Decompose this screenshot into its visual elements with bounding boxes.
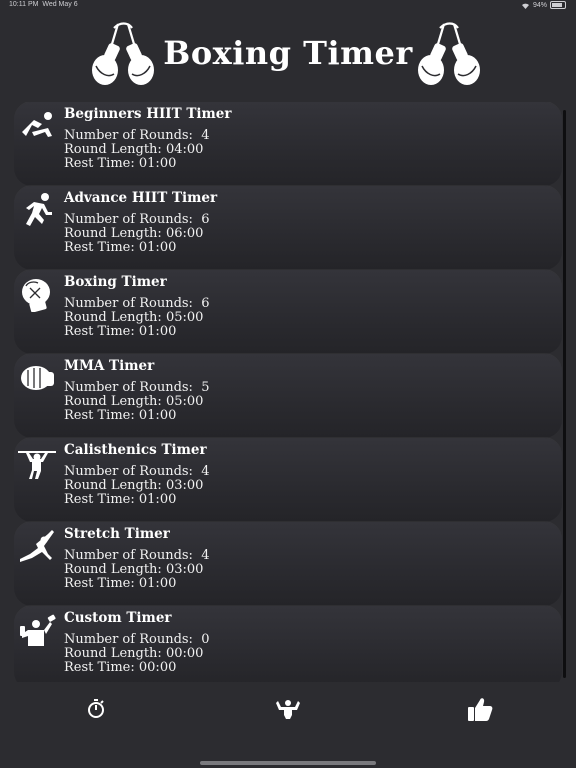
round-length-line: Round Length: 03:00	[64, 478, 204, 493]
stretch-icon	[20, 530, 54, 562]
round-length-line: Round Length: 00:00	[64, 646, 204, 661]
situp-icon	[22, 112, 52, 137]
timer-card-advance-hiit[interactable]: Advance HIIT Timer Number of Rounds: 6 R…	[14, 186, 562, 270]
timer-card-boxing[interactable]: Boxing Timer Number of Rounds: 6 Round L…	[14, 270, 562, 354]
mma-glove-icon	[21, 366, 54, 390]
wifi-icon	[521, 3, 529, 9]
timer-card-beginners-hiit[interactable]: Beginners HIIT Timer Number of Rounds: 4…	[14, 102, 562, 186]
rounds-line: Number of Rounds: 4	[64, 548, 210, 563]
boxing-glove-icon	[22, 279, 50, 312]
rounds-line: Number of Rounds: 6	[64, 296, 210, 311]
timer-name: Beginners HIIT Timer	[64, 106, 232, 122]
status-time: 10:11 PM Wed May 6	[9, 1, 78, 8]
rounds-line: Number of Rounds: 4	[64, 128, 210, 143]
rest-time-line: Rest Time: 01:00	[64, 240, 177, 255]
timer-name: Custom Timer	[64, 610, 172, 626]
timer-card-calisthenics[interactable]: Calisthenics Timer Number of Rounds: 4 R…	[14, 438, 562, 522]
rest-time-line: Rest Time: 01:00	[64, 408, 177, 423]
stopwatch-icon	[88, 699, 104, 718]
rest-time-line: Rest Time: 01:00	[64, 324, 177, 339]
round-length-line: Round Length: 03:00	[64, 562, 204, 577]
rounds-line: Number of Rounds: 6	[64, 212, 210, 227]
rounds-line: Number of Rounds: 0	[64, 632, 210, 647]
battery-icon	[550, 1, 566, 9]
tab-timers[interactable]	[84, 692, 108, 726]
timer-card-mma[interactable]: MMA Timer Number of Rounds: 5 Round Leng…	[14, 354, 562, 438]
tab-workouts[interactable]	[274, 692, 302, 726]
home-indicator	[200, 761, 376, 765]
round-length-line: Round Length: 04:00	[64, 142, 204, 157]
rest-time-line: Rest Time: 01:00	[64, 492, 177, 507]
dumbbell-icon	[20, 614, 56, 646]
timer-name: Stretch Timer	[64, 526, 170, 542]
thumbs-up-icon	[468, 698, 493, 721]
timer-name: Calisthenics Timer	[64, 442, 207, 458]
running-icon	[26, 193, 52, 226]
pullup-icon	[18, 451, 56, 479]
round-length-line: Round Length: 06:00	[64, 226, 204, 241]
timer-name: Boxing Timer	[64, 274, 167, 290]
hanging-gloves-icon	[418, 22, 480, 85]
timer-card-stretch[interactable]: Stretch Timer Number of Rounds: 4 Round …	[14, 522, 562, 606]
tab-rate[interactable]	[466, 692, 494, 726]
timer-name: Advance HIIT Timer	[64, 190, 218, 206]
round-length-line: Round Length: 05:00	[64, 310, 204, 325]
timer-list[interactable]: Beginners HIIT Timer Number of Rounds: 4…	[14, 102, 562, 682]
rest-time-line: Rest Time: 00:00	[64, 660, 177, 675]
battery-percent: 94%	[532, 1, 547, 9]
status-bar: 10:11 PM Wed May 6 94%	[0, 0, 576, 12]
header: Boxing Timer	[0, 16, 576, 96]
rest-time-line: Rest Time: 01:00	[64, 156, 177, 171]
timer-name: MMA Timer	[64, 358, 155, 374]
rounds-line: Number of Rounds: 4	[64, 464, 210, 479]
rounds-line: Number of Rounds: 5	[64, 380, 210, 395]
rest-time-line: Rest Time: 01:00	[64, 576, 177, 591]
round-length-line: Round Length: 05:00	[64, 394, 204, 409]
timer-card-custom[interactable]: Custom Timer Number of Rounds: 0 Round L…	[14, 606, 562, 682]
scrollbar[interactable]	[563, 110, 566, 678]
tab-bar	[0, 686, 576, 736]
muscle-icon	[276, 700, 300, 719]
